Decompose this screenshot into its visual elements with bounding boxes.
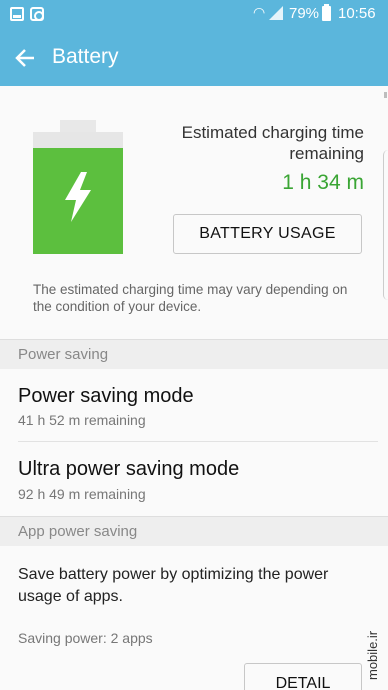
watermark: mobile.ir [365,631,380,680]
app-power-saving-description: Save battery power by optimizing the pow… [18,566,329,605]
scrollbar[interactable] [384,92,387,98]
estimated-charging-time: 1 h 34 m [282,171,364,194]
charging-note: The estimated charging time may vary dep… [33,282,348,314]
instagram-notification-icon [30,7,44,21]
app-bar: Battery [0,30,388,86]
battery-illustration-empty [33,132,123,148]
charging-card: Estimated charging time remaining 1 h 34… [0,86,388,339]
item-subtitle: 41 h 52 m remaining [18,412,146,428]
page-title: Battery [52,45,119,68]
section-header-power-saving: Power saving [0,339,388,369]
lightning-bolt-icon [65,172,91,222]
status-bar: ◠ 79% 10:56 [0,0,388,30]
battery-illustration-icon [33,148,123,254]
item-title: Ultra power saving mode [18,458,240,480]
section-title: App power saving [18,523,138,540]
ultra-power-saving-mode-item[interactable]: Ultra power saving mode 92 h 49 m remain… [0,442,388,516]
battery-usage-button[interactable]: BATTERY USAGE [173,214,362,254]
screenshot-notification-icon [10,7,24,21]
saving-power-status: Saving power: 2 apps [18,630,153,646]
battery-percent: 79% [289,5,320,22]
estimated-charging-label: Estimated charging time remaining [181,123,364,163]
item-title: Power saving mode [18,385,194,407]
section-title: Power saving [18,346,109,363]
detail-button[interactable]: DETAIL [244,663,362,690]
wifi-icon: ◠ [253,4,266,20]
item-subtitle: 92 h 49 m remaining [18,486,146,502]
charging-battery-icon [322,4,331,21]
signal-icon [269,6,283,20]
clock: 10:56 [338,5,376,22]
back-arrow-icon[interactable] [12,44,40,72]
section-header-app-power-saving: App power saving [0,516,388,546]
power-saving-mode-item[interactable]: Power saving mode 41 h 52 m remaining [0,369,388,442]
edge-panel-handle[interactable] [383,150,388,300]
